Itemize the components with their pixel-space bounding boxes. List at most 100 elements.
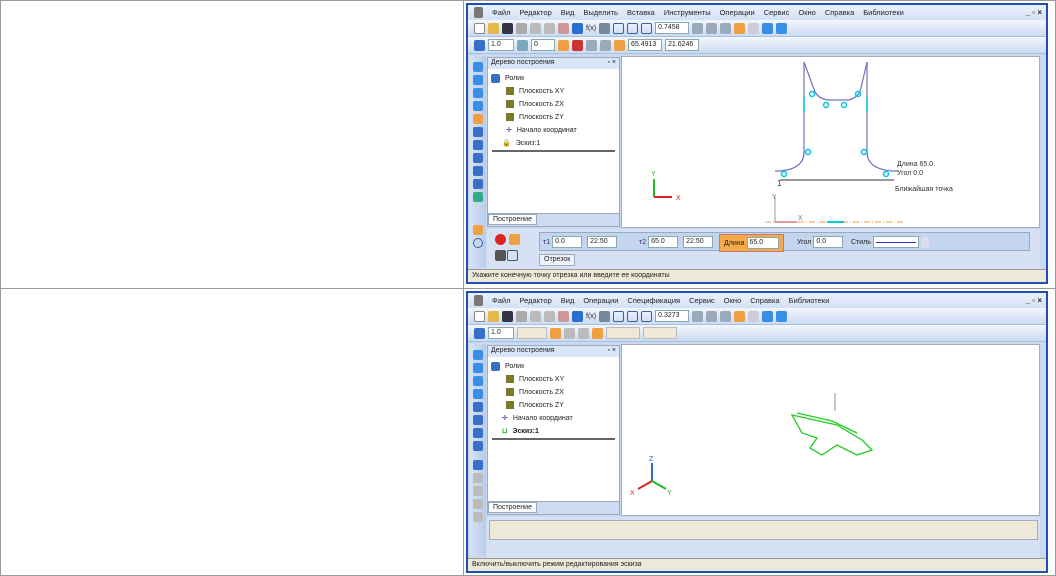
tree-item-sketch[interactable]: ⊔ Эскиз:1 — [502, 427, 539, 436]
step-field[interactable]: 1.0 — [488, 39, 514, 51]
hole-icon[interactable] — [473, 441, 483, 451]
hidden-lines-icon[interactable] — [748, 310, 760, 322]
sweep-icon[interactable] — [473, 389, 483, 399]
hidden-lines-icon[interactable] — [748, 22, 760, 34]
fx-icon[interactable]: f(x) — [586, 25, 596, 32]
menu-insert[interactable]: Вставка — [627, 8, 655, 17]
copy-icon[interactable] — [544, 22, 555, 34]
circle-tool-icon[interactable] — [473, 238, 483, 248]
point1-y-field[interactable]: 22.50 — [587, 236, 618, 248]
sketch-mode-icon[interactable] — [550, 327, 561, 339]
point1-x-field[interactable]: 0.0 — [552, 236, 583, 248]
tree-item-plane-zx[interactable]: Плоскость ZX — [506, 100, 564, 108]
menu-edit[interactable]: Редактор — [519, 296, 551, 305]
ortho-icon[interactable] — [614, 39, 625, 51]
new-icon[interactable] — [474, 22, 485, 34]
copy-icon[interactable] — [544, 310, 555, 322]
length-field[interactable]: 65.0 — [746, 237, 779, 249]
menu-operations[interactable]: Операции — [720, 8, 755, 17]
snap-icon[interactable] — [572, 39, 583, 51]
undo-icon[interactable] — [558, 310, 569, 322]
menu-window[interactable]: Окно — [724, 296, 741, 305]
zoom-out-icon[interactable] — [641, 310, 653, 322]
step-field[interactable]: 1.0 — [488, 327, 514, 339]
zoom-in-icon[interactable] — [627, 22, 639, 34]
zoom-field[interactable]: 0.7458 — [655, 22, 690, 34]
cut-extrude-icon[interactable] — [473, 402, 483, 412]
cut-icon[interactable] — [530, 22, 541, 34]
revolve-icon[interactable] — [473, 75, 483, 85]
sweep-icon[interactable] — [473, 101, 483, 111]
help-icon[interactable] — [599, 22, 611, 34]
open-icon[interactable] — [488, 22, 499, 34]
camera-icon[interactable] — [495, 250, 506, 261]
symbol-icon[interactable] — [473, 140, 483, 150]
zoom-in-icon[interactable] — [627, 310, 639, 322]
menu-help[interactable]: Справка — [750, 296, 779, 305]
extrude-icon[interactable] — [473, 350, 483, 360]
local-cs-icon[interactable] — [600, 39, 611, 51]
grid-icon[interactable] — [586, 39, 597, 51]
tree-item-plane-xy[interactable]: Плоскость XY — [506, 87, 564, 95]
tab-segment[interactable]: Отрезок — [539, 254, 576, 266]
point2-x-field[interactable]: 65.0 — [648, 236, 679, 248]
dimension-icon[interactable] — [473, 127, 483, 137]
save-icon[interactable] — [502, 310, 513, 322]
menu-file[interactable]: Файл — [492, 8, 510, 17]
shaded-icon[interactable] — [762, 310, 774, 322]
print-icon[interactable] — [516, 310, 527, 322]
menu-libraries[interactable]: Библиотеки — [789, 296, 830, 305]
fx-icon[interactable]: f(x) — [586, 313, 596, 320]
orient-icon[interactable] — [692, 22, 704, 34]
model-canvas[interactable]: Z X Y — [621, 344, 1040, 516]
loft-icon[interactable] — [473, 88, 483, 98]
tree-item-plane-zy[interactable]: Плоскость ZY — [506, 401, 564, 409]
layer-field[interactable]: 0 — [531, 39, 555, 51]
tree-root[interactable]: Ролик — [491, 74, 524, 83]
menu-operations[interactable]: Операции — [583, 296, 618, 305]
measure-icon[interactable] — [473, 179, 483, 189]
menu-edit[interactable]: Редактор — [519, 8, 551, 17]
loft-icon[interactable] — [473, 376, 483, 386]
style-select[interactable] — [872, 236, 919, 248]
stop-icon[interactable] — [495, 234, 506, 245]
menu-tools[interactable]: Инструменты — [664, 8, 711, 17]
window-controls[interactable]: _ ▫ × — [1026, 8, 1042, 17]
tab-construction[interactable]: Построение — [488, 214, 537, 225]
shaded-icon[interactable] — [762, 22, 774, 34]
tree-item-sketch[interactable]: 🔒 Эскиз:1 — [502, 139, 540, 148]
new-icon[interactable] — [474, 310, 485, 322]
undo-icon[interactable] — [558, 22, 569, 34]
window-controls[interactable]: _ ▫ × — [1026, 296, 1042, 305]
select-icon[interactable] — [473, 192, 483, 202]
zoom-out-icon[interactable] — [641, 22, 653, 34]
menu-service[interactable]: Сервис — [689, 296, 715, 305]
drawing-canvas[interactable]: Y X 1 Длина 65.0 Угол 0.0 Ближайшая точк… — [621, 56, 1040, 228]
perspective-icon[interactable] — [776, 22, 788, 34]
tree-item-plane-zy[interactable]: Плоскость ZY — [506, 113, 564, 121]
zoom-field[interactable]: 0.3273 — [655, 310, 690, 322]
pan-icon[interactable] — [706, 22, 718, 34]
tree-item-plane-xy[interactable]: Плоскость XY — [506, 375, 564, 383]
orient-icon[interactable] — [692, 310, 704, 322]
cut-icon[interactable] — [530, 310, 541, 322]
pan-icon[interactable] — [706, 310, 718, 322]
point2-y-field[interactable]: 22.50 — [683, 236, 714, 248]
menu-specification[interactable]: Спецификация — [627, 296, 680, 305]
variables-icon[interactable] — [572, 310, 583, 322]
menu-view[interactable]: Вид — [561, 8, 575, 17]
sketch-mode-icon[interactable] — [558, 39, 569, 51]
wireframe-icon[interactable] — [734, 22, 746, 34]
param-icon[interactable] — [473, 166, 483, 176]
menu-window[interactable]: Окно — [798, 8, 815, 17]
wireframe-icon[interactable] — [734, 310, 746, 322]
cursor-y-field[interactable]: 21.6246 — [665, 39, 699, 51]
menu-select[interactable]: Выделить — [583, 8, 618, 17]
print-icon[interactable] — [516, 22, 527, 34]
help-icon[interactable] — [507, 250, 518, 261]
tab-construction[interactable]: Построение — [488, 502, 537, 513]
auto-create-icon[interactable] — [509, 234, 520, 245]
fillet-icon[interactable] — [473, 415, 483, 425]
menu-service[interactable]: Сервис — [764, 8, 790, 17]
perspective-icon[interactable] — [776, 310, 788, 322]
